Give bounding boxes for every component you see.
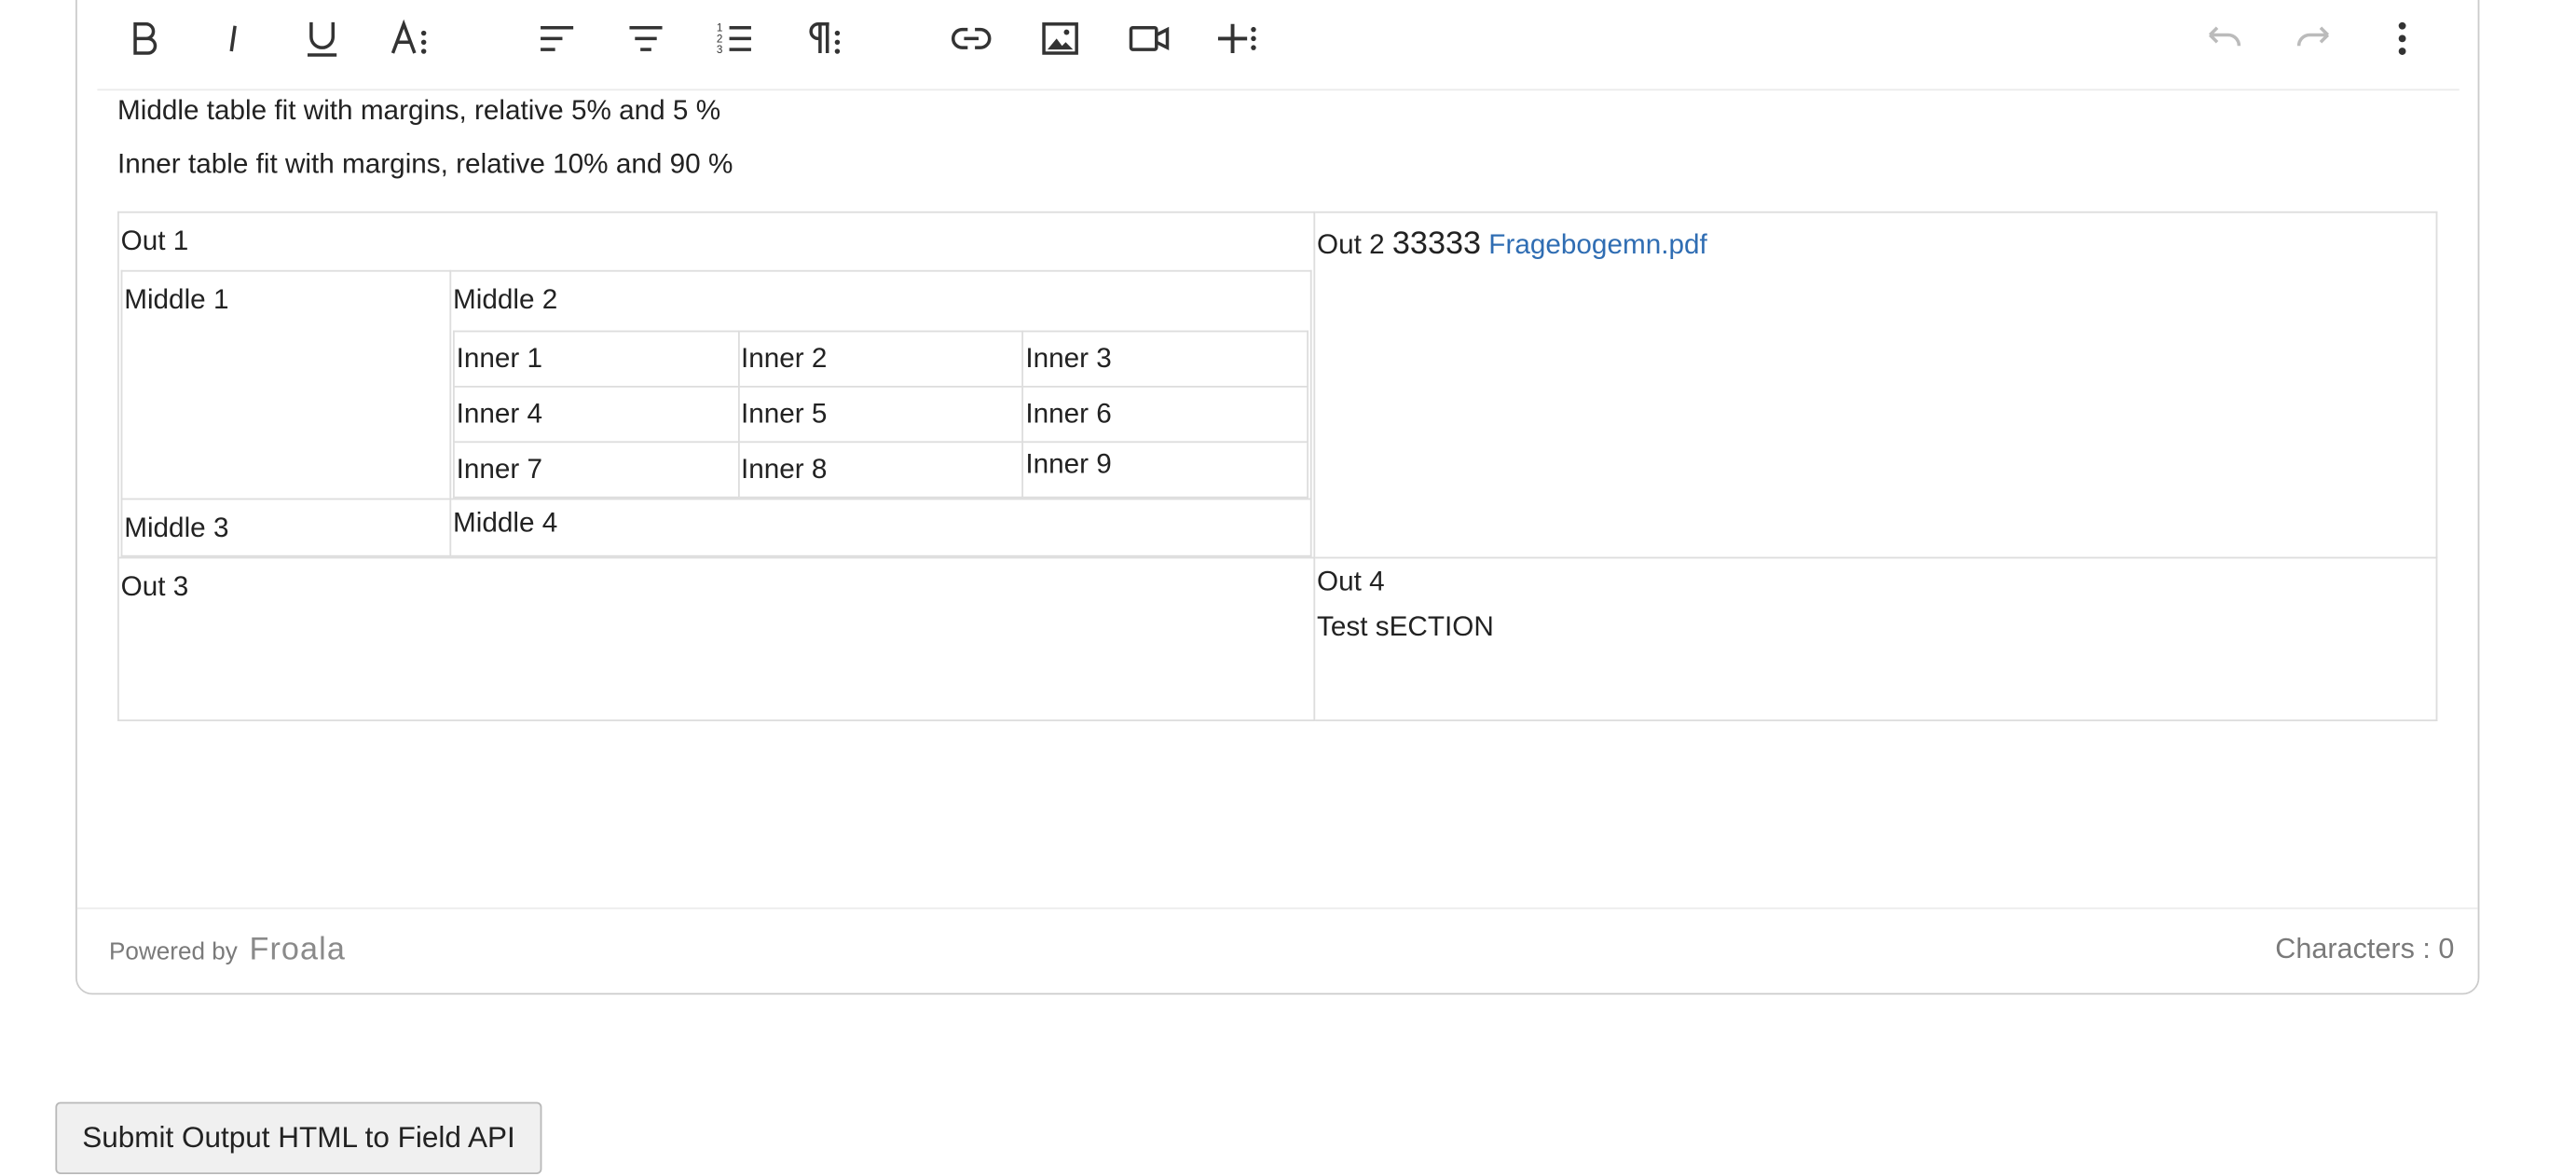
froala-logo: Froala bbox=[249, 932, 346, 968]
editor-footer: Powered by Froala Characters : 0 bbox=[76, 907, 2478, 993]
inner-cell[interactable]: Inner 7 bbox=[453, 441, 740, 499]
out4-section-text: Test sECTION bbox=[1317, 612, 1494, 643]
redo-icon bbox=[2296, 26, 2330, 47]
italic-icon bbox=[229, 21, 237, 52]
ordered-list-button[interactable]: 123 bbox=[703, 8, 766, 69]
inner-cell[interactable]: Inner 6 bbox=[1021, 385, 1309, 444]
font-size-button[interactable] bbox=[379, 8, 443, 69]
outer-table: Out 1 Middle 1 Middle 2 Inner 1 Inner 2 … bbox=[116, 211, 2438, 721]
paragraph-format-icon bbox=[809, 22, 841, 54]
middle3-label: Middle 3 bbox=[124, 513, 229, 544]
editor-content[interactable]: Middle table fit with margins, relative … bbox=[116, 62, 2438, 893]
svg-text:3: 3 bbox=[717, 44, 723, 56]
inner-cell[interactable]: Inner 4 bbox=[453, 385, 740, 444]
out4-label: Out 4 bbox=[1317, 567, 1385, 597]
out2-number: 33333 bbox=[1391, 226, 1482, 262]
inner-table: Inner 1 Inner 2 Inner 3 Inner 4 Inner 5 … bbox=[453, 330, 1309, 499]
out1-label: Out 1 bbox=[120, 226, 189, 257]
video-icon bbox=[1129, 25, 1170, 51]
paragraph-middle-table: Middle table fit with margins, relative … bbox=[117, 95, 721, 126]
redo-button[interactable] bbox=[2281, 8, 2345, 69]
ordered-list-icon: 123 bbox=[717, 22, 751, 56]
outer-cell-2[interactable]: Out 2 33333 Fragebogemn.pdf bbox=[1313, 211, 2438, 559]
underline-icon bbox=[307, 21, 337, 57]
inner-cell[interactable]: Inner 1 bbox=[453, 330, 740, 388]
out2-label: Out 2 bbox=[1317, 229, 1385, 260]
powered-by-label: Powered by bbox=[109, 939, 238, 966]
font-size-icon bbox=[391, 19, 427, 54]
middle-cell-1[interactable]: Middle 1 bbox=[120, 269, 452, 500]
image-icon bbox=[1042, 22, 1078, 55]
rich-text-editor: 123 Middle table fit with margins, relat… bbox=[75, 0, 2480, 995]
insert-link-button[interactable] bbox=[939, 8, 1003, 69]
pdf-file-link[interactable]: Fragebogemn.pdf bbox=[1488, 230, 1706, 260]
more-options-button[interactable] bbox=[2370, 8, 2433, 69]
outer-cell-4[interactable]: Out 4 Test sECTION bbox=[1313, 556, 2438, 721]
powered-by[interactable]: Powered by Froala bbox=[109, 933, 346, 970]
middle4-label: Middle 4 bbox=[453, 508, 558, 539]
middle-cell-4[interactable]: Middle 4 bbox=[449, 498, 1312, 557]
out3-label: Out 3 bbox=[120, 571, 189, 603]
table-row: Inner 4 Inner 5 Inner 6 bbox=[453, 385, 1309, 444]
editor-toolbar: 123 bbox=[97, 0, 2460, 91]
table-row: Inner 7 Inner 8 Inner 9 bbox=[453, 441, 1309, 499]
middle2-label: Middle 2 bbox=[453, 285, 558, 316]
align-center-icon bbox=[629, 25, 663, 51]
middle-cell-3[interactable]: Middle 3 bbox=[120, 498, 452, 557]
more-insert-button[interactable] bbox=[1206, 8, 1269, 69]
inner-cell[interactable]: Inner 2 bbox=[737, 330, 1024, 388]
outer-cell-1[interactable]: Out 1 Middle 1 Middle 2 Inner 1 Inner 2 … bbox=[116, 211, 1316, 559]
inner-cell[interactable]: Inner 3 bbox=[1021, 330, 1309, 388]
paragraph-format-button[interactable] bbox=[792, 8, 856, 69]
inner-cell[interactable]: Inner 5 bbox=[737, 385, 1024, 444]
bold-icon bbox=[133, 22, 158, 55]
bold-button[interactable] bbox=[113, 8, 176, 69]
undo-button[interactable] bbox=[2193, 8, 2256, 69]
italic-button[interactable] bbox=[201, 8, 265, 69]
middle-table: Middle 1 Middle 2 Inner 1 Inner 2 Inner … bbox=[120, 269, 1312, 557]
character-counter: Characters : 0 bbox=[2275, 932, 2455, 964]
middle1-label: Middle 1 bbox=[124, 285, 229, 316]
table-row: Inner 1 Inner 2 Inner 3 bbox=[453, 330, 1309, 388]
link-icon bbox=[951, 27, 992, 49]
align-left-icon bbox=[541, 25, 574, 51]
middle-cell-2[interactable]: Middle 2 Inner 1 Inner 2 Inner 3 Inner 4… bbox=[449, 269, 1312, 500]
undo-icon bbox=[2208, 26, 2241, 47]
insert-video-button[interactable] bbox=[1117, 8, 1181, 69]
underline-button[interactable] bbox=[290, 8, 353, 69]
paragraph-inner-table: Inner table fit with margins, relative 1… bbox=[117, 149, 733, 180]
align-left-button[interactable] bbox=[525, 8, 588, 69]
inner-cell[interactable]: Inner 8 bbox=[737, 441, 1024, 499]
plus-more-icon bbox=[1217, 23, 1256, 53]
insert-image-button[interactable] bbox=[1028, 8, 1091, 69]
more-vertical-icon bbox=[2398, 21, 2406, 55]
align-center-button[interactable] bbox=[614, 8, 678, 69]
outer-cell-3[interactable]: Out 3 bbox=[116, 556, 1316, 721]
submit-html-button[interactable]: Submit Output HTML to Field API bbox=[55, 1101, 542, 1174]
inner-cell[interactable]: Inner 9 bbox=[1021, 441, 1309, 499]
